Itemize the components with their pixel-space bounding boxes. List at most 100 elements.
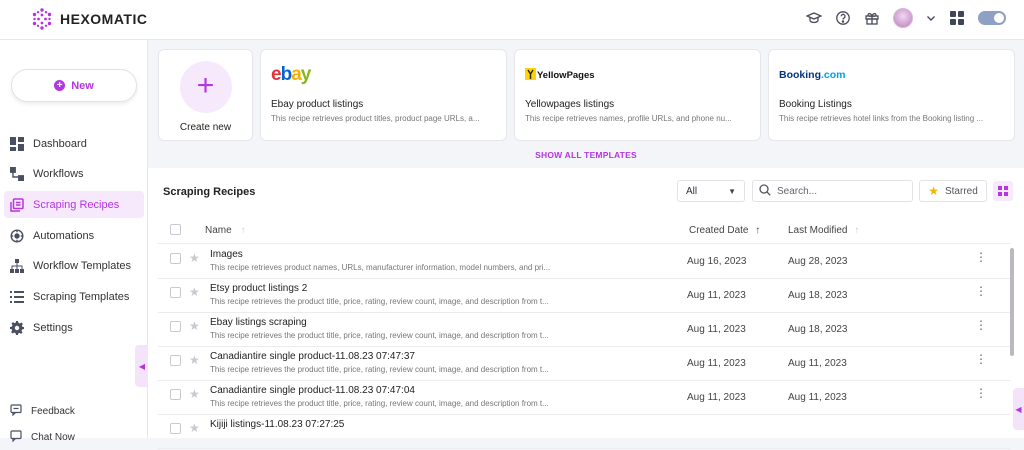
star-icon[interactable]: ★: [189, 387, 200, 401]
sidebar-item-workflow-templates[interactable]: Workflow Templates: [4, 253, 144, 280]
more-vertical-icon[interactable]: ⋮: [975, 251, 987, 263]
grid-view-icon: [998, 186, 1008, 196]
modified-date: Aug 11, 2023: [788, 358, 847, 369]
column-header-name[interactable]: Name ↑: [205, 225, 245, 236]
more-vertical-icon[interactable]: ⋮: [975, 353, 987, 365]
sidebar-collapse-button[interactable]: ◀: [135, 345, 149, 387]
sidebar-bottom-links: Feedback Chat Now: [10, 398, 75, 450]
template-card-ebay[interactable]: ebay Ebay product listings This recipe r…: [260, 49, 507, 141]
table-row[interactable]: ★ Kijiji listings-11.08.23 07:27:25: [158, 415, 1010, 449]
star-icon: ★: [928, 184, 939, 198]
chevron-down-icon[interactable]: [926, 10, 936, 26]
column-header-modified[interactable]: Last Modified ↑: [788, 225, 859, 236]
sidebar-item-scraping-recipes[interactable]: Scraping Recipes: [4, 191, 144, 219]
chat-now-link[interactable]: Chat Now: [10, 424, 75, 450]
recipe-desc: This recipe retrieves the product title,…: [210, 331, 549, 340]
filter-select[interactable]: All ▼: [677, 180, 745, 202]
recipe-name[interactable]: Ebay listings scraping: [210, 317, 307, 328]
sort-arrow-icon: ↑: [854, 225, 860, 236]
template-card-booking[interactable]: Booking.com Booking Listings This recipe…: [768, 49, 1015, 141]
sidebar-item-settings[interactable]: Settings: [4, 314, 144, 341]
row-checkbox[interactable]: [170, 287, 181, 298]
recipe-icon: [10, 198, 24, 212]
template-card-desc: This recipe retrieves product titles, pr…: [271, 114, 480, 123]
feedback-link[interactable]: Feedback: [10, 398, 75, 424]
select-all-checkbox[interactable]: [170, 224, 181, 235]
star-icon[interactable]: ★: [189, 319, 200, 333]
gift-icon[interactable]: [864, 10, 880, 26]
row-checkbox[interactable]: [170, 321, 181, 332]
more-vertical-icon[interactable]: ⋮: [975, 319, 987, 331]
row-checkbox[interactable]: [170, 389, 181, 400]
recipe-name[interactable]: Kijiji listings-11.08.23 07:27:25: [210, 419, 344, 430]
graduation-cap-icon[interactable]: [806, 10, 822, 26]
sidebar-item-label: Automations: [33, 229, 95, 242]
recipe-desc: This recipe retrieves the product title,…: [210, 399, 549, 408]
grid-view-button[interactable]: [993, 181, 1013, 201]
starred-label: Starred: [944, 185, 978, 197]
template-card-desc: This recipe retrieves names, profile URL…: [525, 114, 732, 123]
list-icon: [10, 290, 24, 304]
table-scrollbar[interactable]: [1010, 248, 1014, 356]
template-card-title: Booking Listings: [779, 99, 852, 110]
table-row[interactable]: ★ Ebay listings scraping This recipe ret…: [158, 313, 1010, 347]
template-card-yellowpages[interactable]: YellowPages Yellowpages listings This re…: [514, 49, 761, 141]
recipe-name[interactable]: Images: [210, 249, 243, 260]
avatar[interactable]: [893, 8, 913, 28]
more-vertical-icon[interactable]: ⋮: [975, 387, 987, 399]
sort-arrow-icon: ↑: [240, 225, 246, 236]
help-circle-icon[interactable]: [835, 10, 851, 26]
table-row[interactable]: ★ Etsy product listings 2 This recipe re…: [158, 279, 1010, 313]
sidebar-item-automations[interactable]: Automations: [4, 222, 144, 249]
sidebar-item-workflows[interactable]: Workflows: [4, 161, 144, 188]
panel-title: Scraping Recipes: [163, 186, 256, 198]
brand-logo[interactable]: HEXOMATIC: [30, 7, 147, 31]
created-date: Aug 11, 2023: [687, 324, 746, 335]
chevron-left-icon: ◀: [1015, 404, 1022, 414]
show-all-templates-link[interactable]: SHOW ALL TEMPLATES: [148, 150, 1024, 160]
table-row[interactable]: ★ Images This recipe retrieves product n…: [158, 245, 1010, 279]
star-icon[interactable]: ★: [189, 251, 200, 265]
theme-toggle[interactable]: [978, 11, 1006, 25]
starred-filter-button[interactable]: ★ Starred: [919, 180, 987, 202]
filter-value: All: [686, 185, 698, 197]
row-checkbox[interactable]: [170, 253, 181, 264]
created-date: Aug 11, 2023: [687, 392, 746, 403]
recipe-name[interactable]: Etsy product listings 2: [210, 283, 307, 294]
table-row[interactable]: ★ Canadiantire single product-11.08.23 0…: [158, 347, 1010, 381]
plus-circle-icon: +: [54, 80, 66, 91]
sidebar-item-scraping-templates[interactable]: Scraping Templates: [4, 283, 144, 310]
recipe-name[interactable]: Canadiantire single product-11.08.23 07:…: [210, 351, 415, 362]
sidebar-item-dashboard[interactable]: Dashboard: [4, 130, 144, 157]
recipe-name[interactable]: Canadiantire single product-11.08.23 07:…: [210, 385, 415, 396]
main-content: + Create new ebay Ebay product listings …: [148, 40, 1024, 449]
hexomatic-logo-icon: [32, 8, 52, 30]
sidebar-item-label: Scraping Templates: [33, 290, 130, 303]
column-header-created[interactable]: Created Date ↑: [689, 225, 760, 236]
search-field[interactable]: Search...: [752, 180, 913, 202]
top-bar: HEXOMATIC: [0, 0, 1024, 40]
right-panel-toggle[interactable]: ◀: [1013, 388, 1024, 430]
sidebar-item-label: Scraping Recipes: [33, 198, 120, 211]
svg-text:ebay: ebay: [271, 64, 312, 84]
new-button[interactable]: + New: [11, 69, 137, 102]
star-icon[interactable]: ★: [189, 285, 200, 299]
create-new-card[interactable]: + Create new: [158, 49, 253, 141]
search-placeholder: Search...: [777, 185, 818, 197]
search-icon: [759, 183, 771, 199]
sidebar-item-label: Workflow Templates: [33, 260, 132, 273]
created-date: Aug 11, 2023: [687, 358, 746, 369]
plus-icon: +: [179, 61, 232, 113]
table-row[interactable]: ★ Canadiantire single product-11.08.23 0…: [158, 381, 1010, 415]
star-icon[interactable]: ★: [189, 421, 200, 435]
create-new-label: Create new: [179, 122, 232, 133]
apps-grid-icon[interactable]: [949, 10, 965, 26]
hierarchy-icon: [10, 259, 24, 274]
star-icon[interactable]: ★: [189, 353, 200, 367]
dashboard-icon: [10, 136, 24, 151]
column-name-label: Name: [205, 225, 232, 236]
svg-text:Booking.com: Booking.com: [779, 69, 846, 81]
row-checkbox[interactable]: [170, 423, 181, 434]
more-vertical-icon[interactable]: ⋮: [975, 285, 987, 297]
row-checkbox[interactable]: [170, 355, 181, 366]
